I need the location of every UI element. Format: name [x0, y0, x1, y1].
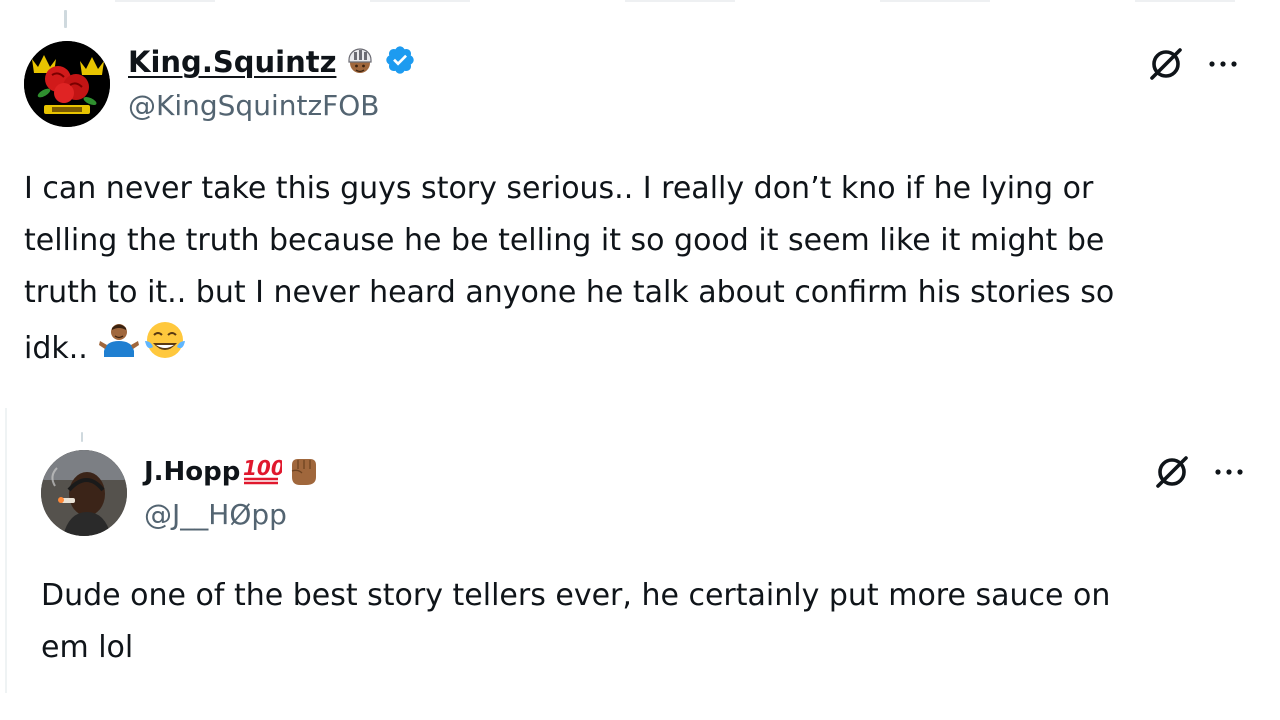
tweet-text-line: telling the truth because he be telling …	[24, 223, 1105, 258]
author-name-row: J.Hopp 100	[144, 454, 322, 490]
man-shrugging-emoji	[98, 319, 140, 378]
author-handle[interactable]: @J__HØpp	[144, 498, 287, 531]
tweet-main[interactable]: King.Squintz @KingSquintzFOB I can never…	[0, 0, 1280, 380]
tweet-text: I can never take this guys story serious…	[24, 163, 1254, 378]
tweet-text: Dude one of the best story tellers ever,…	[41, 570, 1261, 674]
tweet-actions	[1146, 44, 1238, 84]
tweet-text-line: I can never take this guys story serious…	[24, 171, 1094, 206]
more-icon[interactable]	[1214, 467, 1244, 477]
verified-badge-icon	[384, 44, 416, 80]
tweet-reply[interactable]: J.Hopp 100 @J__HØpp Dude one of the best…	[0, 400, 1280, 700]
grok-icon[interactable]	[1152, 452, 1192, 492]
tweet-text-line: em lol	[41, 630, 134, 665]
author-name-row: King.Squintz	[128, 44, 416, 80]
person-with-helmet-emoji	[344, 44, 376, 80]
avatar-logo-image	[24, 41, 110, 127]
tweet-text-line: truth to it.. but I never heard anyone h…	[24, 275, 1115, 310]
tweet-text-line: idk..	[24, 330, 88, 366]
tweet-text-line: Dude one of the best story tellers ever,…	[41, 578, 1111, 613]
avatar-photo-image	[41, 450, 127, 536]
display-name[interactable]: King.Squintz	[128, 45, 336, 79]
face-with-tears-of-joy-emoji	[142, 319, 188, 378]
avatar[interactable]	[24, 41, 110, 127]
display-name[interactable]: J.Hopp	[144, 457, 240, 487]
tweet-actions	[1152, 452, 1244, 492]
more-icon[interactable]	[1208, 59, 1238, 69]
grok-icon[interactable]	[1146, 44, 1186, 84]
author-handle[interactable]: @KingSquintzFOB	[128, 89, 380, 122]
tweet-screenshot: King.Squintz @KingSquintzFOB I can never…	[0, 0, 1280, 720]
tweet-text-line-last: idk..	[24, 319, 1254, 378]
raised-fist-emoji	[284, 451, 322, 493]
hundred-points-emoji: 100	[242, 455, 285, 489]
avatar[interactable]	[41, 450, 127, 536]
svg-text:100: 100	[243, 456, 282, 480]
